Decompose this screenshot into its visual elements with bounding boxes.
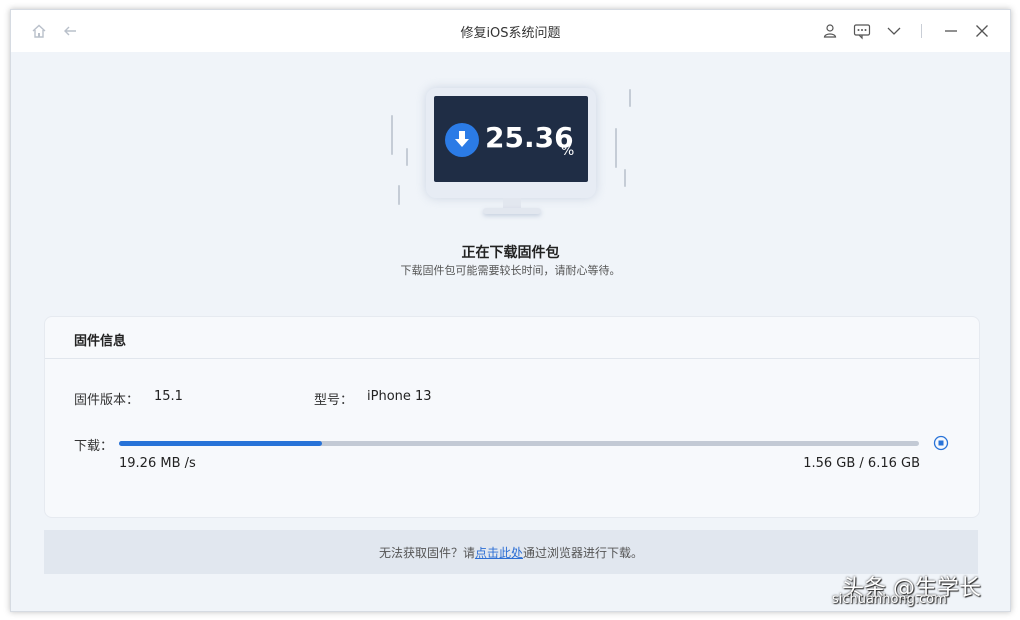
decor-line <box>624 169 626 187</box>
decor-line <box>406 148 408 166</box>
download-progress-fill <box>119 441 322 446</box>
model-label: 型号： <box>314 393 354 408</box>
firmware-info-card: 固件信息 固件版本： 15.1 型号： iPhone 13 下载： 19.26 … <box>44 316 980 518</box>
fallback-suffix: 通过浏览器进行下载。 <box>523 546 644 560</box>
minimize-icon[interactable] <box>942 22 960 40</box>
watermark-line2: sichuanhong.com <box>832 592 947 607</box>
app-window: 修复iOS系统问题 25.36 % 正在下载固件包 下载固件包可能需要较长时间，… <box>10 9 1011 612</box>
decor-line <box>398 185 400 205</box>
watermark: 头条 @生学长 sichuanhong.com <box>832 568 1012 614</box>
status-title: 正在下载固件包 <box>461 245 560 261</box>
download-label: 下载： <box>74 439 114 454</box>
card-title: 固件信息 <box>74 334 127 349</box>
card-divider <box>45 358 979 359</box>
download-size: 1.56 GB / 6.16 GB <box>803 456 920 471</box>
monitor-illustration: 25.36 % <box>426 88 596 198</box>
model-value: iPhone 13 <box>367 389 432 404</box>
monitor-base <box>483 208 541 214</box>
download-hero: 25.36 % 正在下载固件包 下载固件包可能需要较长时间，请耐心等待。 <box>11 52 1010 312</box>
percent-sign: % <box>561 143 575 159</box>
download-progress-bar <box>119 441 919 446</box>
version-value: 15.1 <box>154 389 183 404</box>
feedback-icon[interactable] <box>853 22 871 40</box>
fallback-text: 无法获取固件？请点击此处通过浏览器进行下载。 <box>44 544 978 561</box>
browser-download-link[interactable]: 点击此处 <box>475 546 523 560</box>
status-subtitle: 下载固件包可能需要较长时间，请耐心等待。 <box>400 264 621 277</box>
version-label: 固件版本： <box>74 393 140 408</box>
close-icon[interactable] <box>973 22 991 40</box>
fallback-prefix: 无法获取固件？请 <box>378 546 475 560</box>
decor-line <box>391 115 393 155</box>
title-bar: 修复iOS系统问题 <box>11 10 1010 52</box>
monitor-screen: 25.36 % <box>434 96 588 182</box>
decor-line <box>629 89 631 107</box>
chevron-down-icon[interactable] <box>885 22 903 40</box>
download-speed: 19.26 MB /s <box>119 456 196 471</box>
user-icon[interactable] <box>821 22 839 40</box>
download-icon <box>445 123 479 157</box>
stop-download-button[interactable] <box>933 435 949 451</box>
titlebar-divider <box>921 24 922 38</box>
decor-line <box>615 128 617 168</box>
